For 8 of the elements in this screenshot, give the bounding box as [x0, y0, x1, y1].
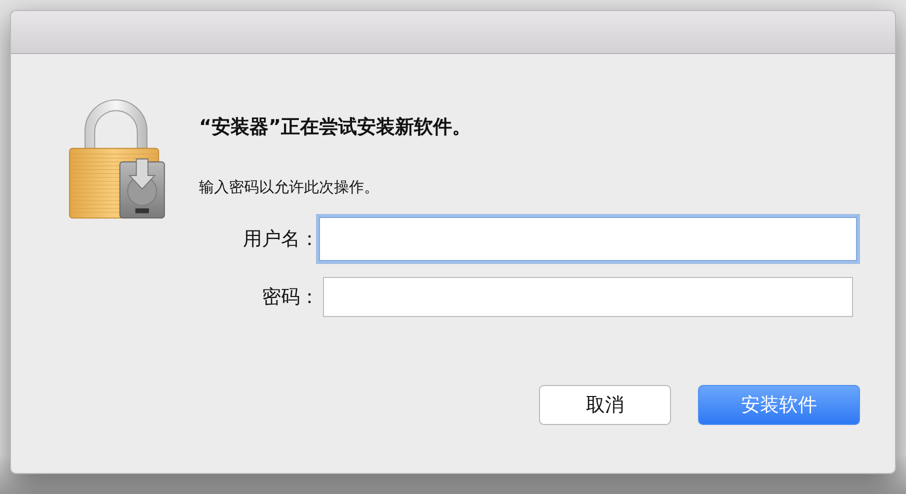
field-label: 用户名：: [242, 227, 319, 252]
dialog-heading: “安装器”正在尝试安装新软件。: [199, 115, 472, 140]
input-field[interactable]: [319, 217, 857, 261]
input-field[interactable]: [323, 277, 853, 317]
lock-drive-icon: [66, 98, 166, 220]
cancel-button[interactable]: 取消: [539, 385, 671, 425]
dialog-message: 输入密码以允许此次操作。: [199, 178, 380, 197]
field-label: 密码：: [261, 285, 319, 310]
